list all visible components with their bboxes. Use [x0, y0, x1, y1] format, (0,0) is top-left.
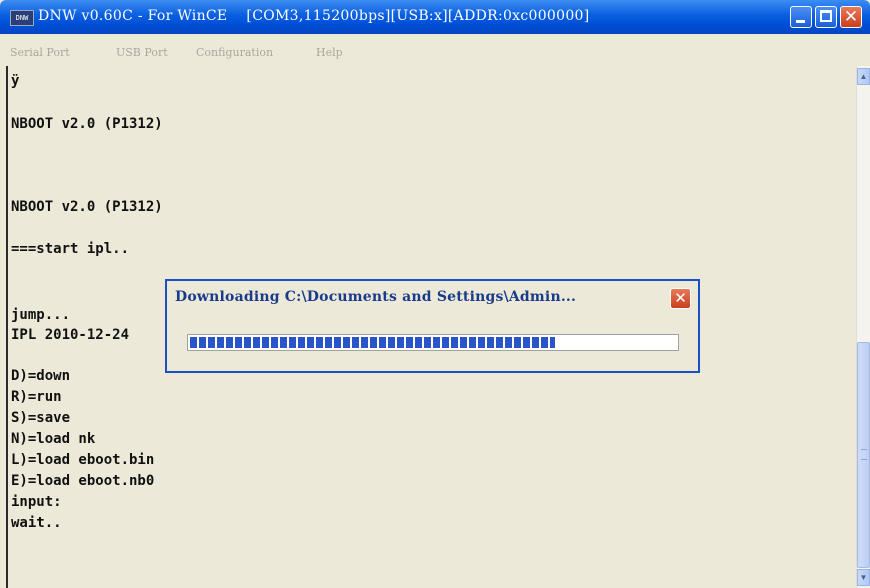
- terminal-line: jump...: [11, 307, 71, 323]
- terminal-line: NBOOT v2.0 (P1312): [11, 116, 163, 132]
- title-bar[interactable]: DNW DNW v0.60C - For WinCE [COM3,115200b…: [0, 0, 870, 34]
- scroll-up-button[interactable]: ▲: [857, 68, 870, 85]
- terminal-line: D)=down: [11, 368, 71, 384]
- terminal-line: S)=save: [11, 410, 71, 426]
- scroll-thumb[interactable]: [857, 342, 870, 568]
- minimize-icon: [796, 20, 805, 23]
- menu-bar: Serial Port USB Port Configuration Help: [0, 34, 870, 66]
- terminal-line: input:: [11, 494, 62, 510]
- minimize-button[interactable]: [790, 6, 812, 28]
- terminal-line: ===start ipl..: [11, 241, 130, 257]
- dialog-title: Downloading C:\Documents and Settings\Ad…: [175, 289, 577, 305]
- terminal-line: ÿ: [11, 73, 20, 89]
- window-title: DNW v0.60C - For WinCE [COM3,115200bps][…: [38, 8, 590, 24]
- terminal-line: IPL 2010-12-24: [11, 327, 130, 343]
- chevron-up-icon: ▲: [859, 72, 868, 81]
- download-dialog: Downloading C:\Documents and Settings\Ad…: [165, 279, 700, 373]
- maximize-button[interactable]: [815, 6, 837, 28]
- app-icon[interactable]: DNW: [10, 10, 34, 26]
- scroll-down-button[interactable]: ▼: [857, 569, 870, 586]
- menu-serial-port[interactable]: Serial Port: [10, 46, 70, 59]
- vertical-scrollbar[interactable]: ▲ ▼: [856, 66, 870, 588]
- close-button[interactable]: ✕: [840, 6, 862, 28]
- close-icon: ✕: [843, 7, 859, 27]
- download-progress-bar: [187, 334, 679, 351]
- progress-fill: [190, 337, 555, 348]
- close-icon: ✕: [674, 289, 687, 307]
- terminal-line: N)=load nk: [11, 431, 96, 447]
- terminal-line: E)=load eboot.nb0: [11, 473, 155, 489]
- menu-usb-port[interactable]: USB Port: [116, 46, 168, 59]
- terminal-line: wait..: [11, 515, 62, 531]
- dialog-close-button[interactable]: ✕: [670, 288, 691, 309]
- terminal-line: R)=run: [11, 389, 62, 405]
- grip-icon: [861, 449, 867, 460]
- terminal-line: L)=load eboot.bin: [11, 452, 155, 468]
- terminal-line: NBOOT v2.0 (P1312): [11, 199, 163, 215]
- menu-help[interactable]: Help: [316, 46, 343, 59]
- chevron-down-icon: ▼: [859, 573, 868, 582]
- menu-configuration[interactable]: Configuration: [196, 46, 273, 59]
- maximize-icon: [820, 10, 832, 22]
